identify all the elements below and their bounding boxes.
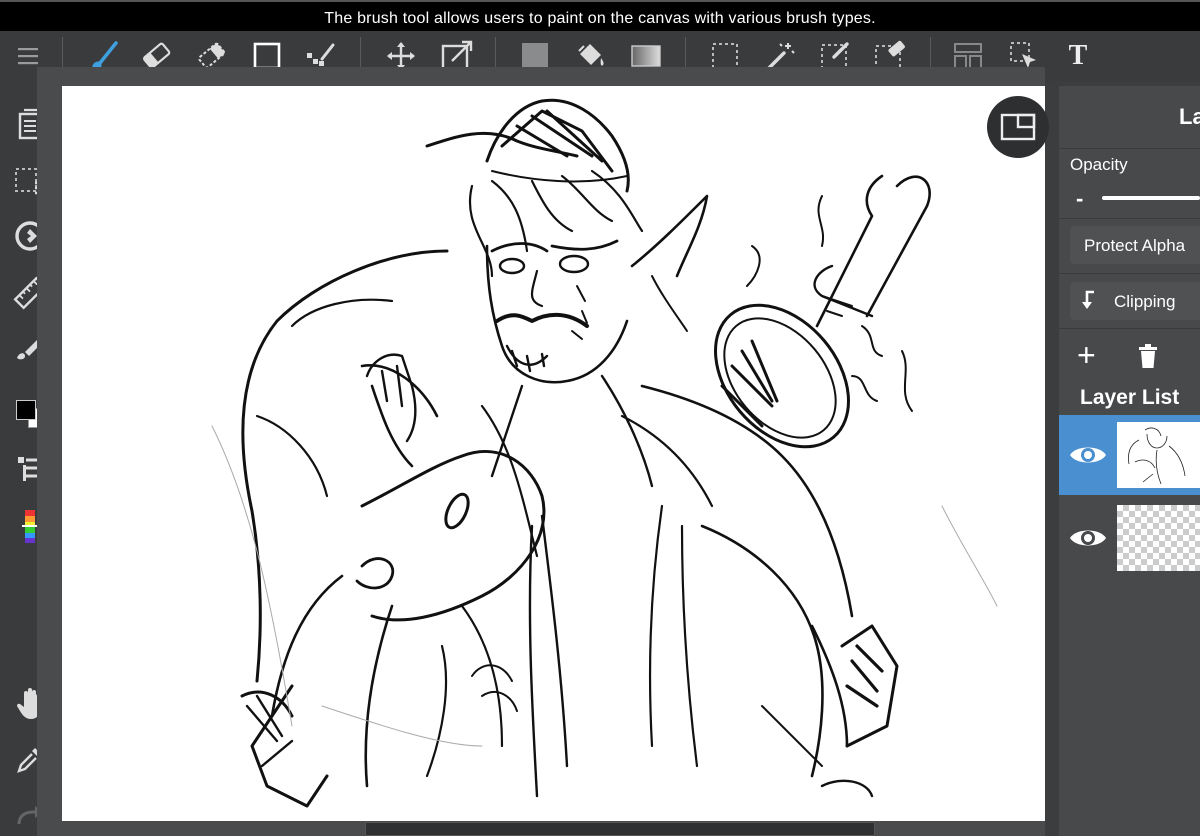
clipping-label: Clipping (1114, 292, 1176, 311)
canvas-navigator-button[interactable] (987, 96, 1049, 158)
layer-thumbnail-empty (1117, 505, 1200, 571)
add-layer-label: + (1077, 337, 1096, 373)
eye-visible-icon[interactable] (1068, 524, 1108, 552)
navigator-icon (1000, 113, 1036, 141)
clipping-arrow-icon (1082, 290, 1094, 309)
protect-alpha-button[interactable]: Protect Alpha (1070, 226, 1200, 264)
sketch-artwork (211, 98, 998, 808)
drawing-canvas[interactable] (62, 86, 1045, 821)
add-layer-button[interactable]: + (1077, 337, 1107, 373)
eye-visible-icon[interactable] (1068, 441, 1108, 469)
opacity-label: Opacity (1070, 155, 1128, 174)
layer-row[interactable] (1059, 500, 1200, 576)
foreground-color-swatch[interactable] (16, 400, 36, 420)
opacity-slider[interactable] (1102, 196, 1200, 200)
app-window: The brush tool allows users to paint on … (0, 0, 1200, 836)
brush-tooltip: The brush tool allows users to paint on … (0, 0, 1200, 31)
clipping-button[interactable]: Clipping (1070, 282, 1200, 320)
text-tool-label: T (1068, 40, 1088, 71)
layer-list-title: Layer List (1080, 386, 1180, 409)
layer-row-selected[interactable] (1059, 415, 1200, 495)
delete-layer-button[interactable] (1137, 344, 1161, 370)
trash-icon (1139, 344, 1157, 368)
protect-alpha-label: Protect Alpha (1084, 236, 1186, 255)
layer-thumbnail (1117, 422, 1200, 488)
bottom-bar[interactable] (365, 822, 875, 836)
text-icon[interactable]: T (1058, 37, 1098, 75)
panel-title: La (1179, 104, 1200, 129)
